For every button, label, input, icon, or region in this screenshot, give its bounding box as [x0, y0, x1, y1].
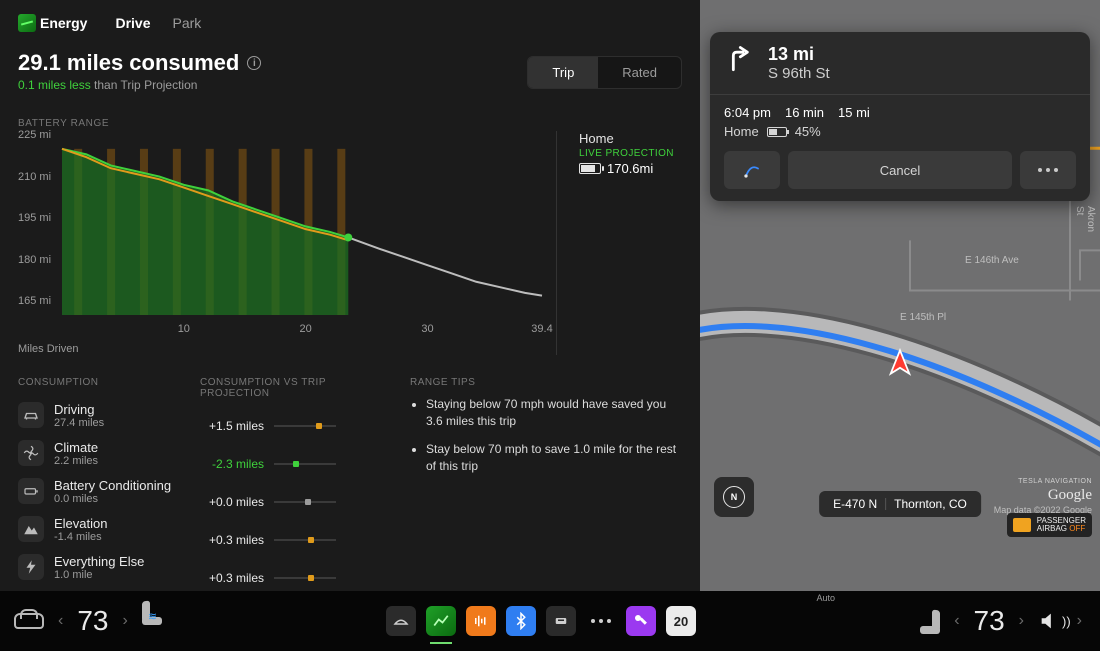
- turn-distance: 13 mi: [768, 44, 830, 65]
- dashcam-app-button[interactable]: [546, 606, 576, 636]
- compass-button[interactable]: N: [714, 477, 754, 517]
- consumption-delta-row: +0.3 miles: [200, 521, 390, 559]
- x-tick: 30: [421, 323, 433, 335]
- live-projection-label: LIVE PROJECTION: [579, 148, 682, 159]
- x-tick: 20: [300, 323, 312, 335]
- x-tick: 39.4: [531, 323, 552, 335]
- right-temp-down-button[interactable]: ‹: [950, 608, 963, 634]
- calendar-app-button[interactable]: 20: [666, 606, 696, 636]
- energy-app-button[interactable]: [426, 606, 456, 636]
- karaoke-app-button[interactable]: [626, 606, 656, 636]
- nav-remaining-dist: 15 mi: [838, 105, 870, 120]
- battery-icon: [579, 163, 601, 174]
- consumption-row: Elevation-1.4 miles: [18, 510, 188, 548]
- mountain-icon: [18, 516, 44, 542]
- nav-home-soc: 45%: [795, 124, 821, 139]
- airbag-indicator: PASSENGERAIRBAG OFF: [1007, 513, 1092, 537]
- left-temp-down-button[interactable]: ‹: [54, 608, 67, 634]
- turn-street: S 96th St: [768, 65, 830, 82]
- range-tip: Stay below 70 mph to save 1.0 mile for t…: [426, 441, 682, 476]
- nav-waypoint-button[interactable]: [724, 151, 780, 189]
- airbag-icon: [1013, 518, 1031, 532]
- current-road-chip: E-470 NThornton, CO: [819, 491, 981, 517]
- left-temp-value[interactable]: 73: [77, 605, 108, 637]
- info-icon[interactable]: i: [247, 56, 261, 70]
- left-seat-heater-button[interactable]: ≋: [142, 599, 164, 643]
- y-tick: 180 mi: [18, 254, 51, 266]
- tab-drive[interactable]: Drive: [115, 15, 150, 31]
- bluetooth-button[interactable]: [506, 606, 536, 636]
- battery-range-chart: 165 mi 180 mi 195 mi 210 mi 225 mi: [18, 131, 548, 319]
- bolt-icon: [18, 554, 44, 580]
- right-seat-heater-button[interactable]: [918, 608, 940, 634]
- nav-more-button[interactable]: [1020, 151, 1076, 189]
- nav-eta: 6:04 pm: [724, 105, 771, 120]
- consumption-row: Everything Else1.0 mile: [18, 548, 188, 586]
- nav-cancel-button[interactable]: Cancel: [788, 151, 1012, 189]
- consumption-delta-row: -2.3 miles: [200, 445, 390, 483]
- road-label: E 146th Ave: [965, 255, 1019, 266]
- segment-trip[interactable]: Trip: [528, 57, 598, 88]
- consumption-row: Driving27.4 miles: [18, 396, 188, 434]
- all-apps-button[interactable]: [586, 606, 616, 636]
- consumption-title: CONSUMPTION: [18, 377, 188, 388]
- left-temp-up-button[interactable]: ›: [118, 608, 131, 634]
- trip-rated-segment[interactable]: TripRated: [527, 56, 682, 89]
- fan-icon: [18, 440, 44, 466]
- volume-button[interactable]: )) ›: [1038, 608, 1086, 634]
- range-tips-title: RANGE TIPS: [410, 377, 682, 388]
- nav-remaining-time: 16 min: [785, 105, 824, 120]
- vehicle-cursor-icon: [886, 348, 914, 376]
- right-temp-up-button[interactable]: ›: [1015, 608, 1028, 634]
- car-controls-button[interactable]: [14, 613, 44, 629]
- x-tick: 10: [178, 323, 190, 335]
- y-tick: 165 mi: [18, 295, 51, 307]
- battery-icon: [767, 127, 787, 137]
- energy-app-label: Energy: [18, 14, 87, 32]
- chart-x-label: Miles Driven: [18, 343, 548, 355]
- navigation-card: 13 mi S 96th St 6:04 pm 16 min 15 mi Hom…: [710, 32, 1090, 201]
- consumption-delta-row: +1.5 miles: [200, 407, 390, 445]
- projection-destination: Home: [579, 131, 682, 146]
- auto-climate-label: Auto: [816, 593, 835, 603]
- nav-home-label: Home: [724, 124, 759, 139]
- consumption-row: Climate2.2 miles: [18, 434, 188, 472]
- map-attribution: TESLA NAVIGATION Google Map data ©2022 G…: [994, 477, 1092, 517]
- consumption-vs-title: CONSUMPTION VS TRIP PROJECTION: [200, 377, 390, 399]
- car-icon: [18, 402, 44, 428]
- road-label: Akron St: [1074, 206, 1096, 236]
- segment-rated[interactable]: Rated: [598, 57, 681, 88]
- y-tick: 225 mi: [18, 129, 51, 141]
- front-defrost-button[interactable]: [386, 606, 416, 636]
- live-projection-value: 170.6mi: [579, 161, 682, 176]
- range-tip: Staying below 70 mph would have saved yo…: [426, 396, 682, 431]
- energy-icon: [18, 14, 36, 32]
- music-app-button[interactable]: [466, 606, 496, 636]
- battery-range-label: BATTERY RANGE: [18, 118, 682, 129]
- y-tick: 195 mi: [18, 212, 51, 224]
- battery-icon: [18, 478, 44, 504]
- consumption-delta-row: +0.0 miles: [200, 483, 390, 521]
- y-tick: 210 mi: [18, 171, 51, 183]
- tab-park[interactable]: Park: [173, 15, 202, 31]
- road-label: E 145th Pl: [900, 312, 946, 323]
- turn-right-icon: [724, 44, 752, 72]
- right-temp-value[interactable]: 73: [974, 605, 1005, 637]
- consumption-row: Battery Conditioning0.0 miles: [18, 472, 188, 510]
